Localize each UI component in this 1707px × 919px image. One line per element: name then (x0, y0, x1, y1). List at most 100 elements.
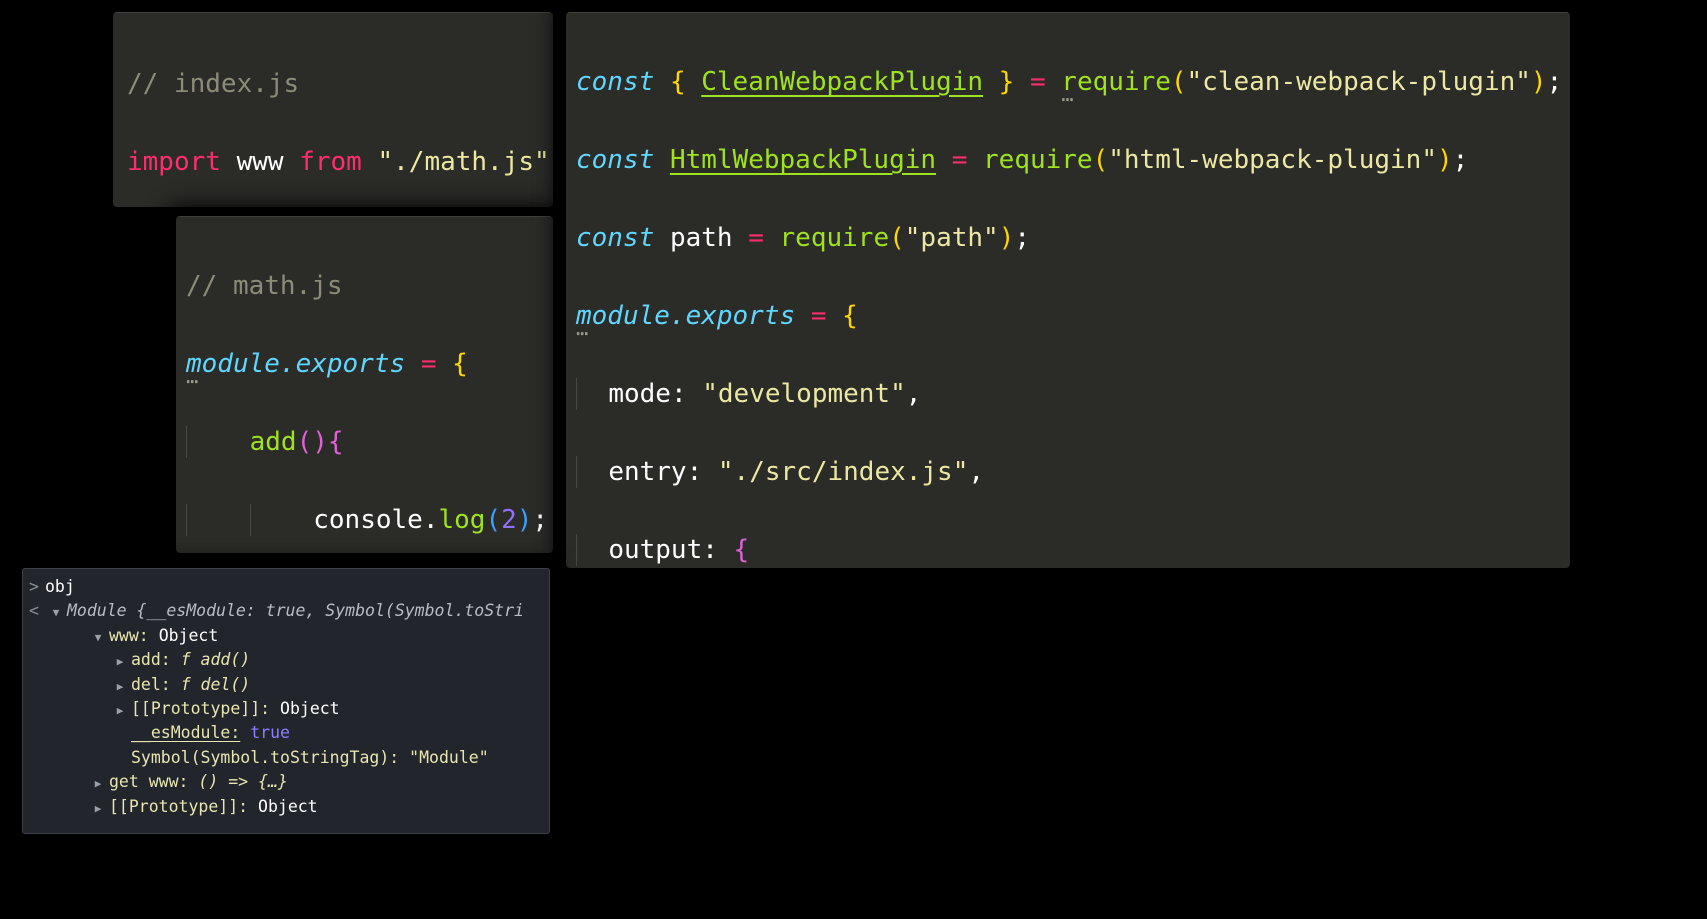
index-js-code[interactable]: // index.js import www from "./math.js";… (113, 12, 553, 207)
property-key: www: (109, 625, 149, 645)
expand-triangle-down-icon[interactable]: ▼ (45, 601, 67, 625)
colon: : (686, 457, 718, 487)
console-row-get-www[interactable]: ▶ get www: () => {…} (23, 770, 549, 794)
devtools-console-panel[interactable]: > obj < ▼ Module {__esModule: true, Symbol(… (22, 568, 550, 834)
comment-token: // index.js (127, 69, 300, 99)
semicolon: ; (550, 147, 553, 177)
identifier-console: console (313, 505, 423, 535)
expand-triangle-right-icon[interactable]: ▶ (87, 797, 109, 821)
property-value: f del() (180, 674, 251, 694)
property-key: get www: (109, 772, 189, 792)
paren-open: ( (485, 505, 502, 535)
math-js-code[interactable]: // math.js module.exports = { add(){ con… (176, 216, 553, 553)
console-result-row[interactable]: < ▼ Module {__esModule: true, Symbol(Symbo… (23, 599, 549, 623)
sp (248, 797, 258, 816)
console-row-add[interactable]: ▶ add: f add() (23, 648, 549, 672)
assign-3: = (748, 223, 764, 253)
property-value: () => {…} (198, 772, 288, 792)
brace-open-destructure: { (669, 67, 686, 97)
s (1046, 67, 1062, 97)
console-output-body[interactable]: > obj < ▼ Module {__esModule: true, Symbol(… (23, 569, 549, 819)
colon: : (670, 379, 703, 409)
identifier-HtmlWebpackPlugin[interactable]: HtmlWebpackPlugin (670, 145, 936, 175)
semicolon: ; (532, 505, 549, 535)
identifier-module-exports: module.exports (186, 349, 405, 379)
assign-1: = (1029, 67, 1046, 97)
string-clean-plugin: "clean-webpack-plugin" (1186, 67, 1531, 97)
s (983, 67, 999, 97)
sp (399, 748, 409, 767)
method-add: add (249, 427, 297, 457)
console-row-tostringtag[interactable]: Symbol(Symbol.toStringTag): "Module" (23, 746, 549, 770)
console-input-row[interactable]: > obj (23, 575, 549, 599)
s (936, 145, 952, 175)
sp (149, 626, 159, 645)
call-require-1: require (1061, 67, 1171, 97)
property-entry: entry (608, 457, 687, 487)
property-key: [[Prototype]]: (131, 698, 271, 718)
property-value: Object (158, 625, 219, 645)
console-input-expression[interactable]: obj (45, 577, 75, 596)
call-require-2: require (983, 145, 1093, 175)
paren-open-2: ( (1092, 145, 1109, 175)
semi-1: ; (1546, 67, 1563, 97)
webpack-config-editor-panel[interactable]: const { CleanWebpackPlugin } = require("… (566, 12, 1570, 568)
paren-close-3: ) (998, 223, 1015, 253)
brace-add: { (327, 427, 344, 457)
property-value: "Module" (409, 747, 489, 767)
open-brace: { (452, 349, 468, 379)
s (1014, 67, 1030, 97)
property-key: __esModule: (131, 723, 241, 743)
console-row-prototype-outer[interactable]: ▶ [[Prototype]]: Object (23, 795, 549, 819)
math-js-editor-panel[interactable]: // math.js module.exports = { add(){ con… (176, 216, 553, 553)
assign-operator: = (420, 349, 437, 379)
s (577, 535, 608, 565)
sp4 (187, 505, 250, 535)
webpack-config-code[interactable]: const { CleanWebpackPlugin } = require("… (566, 12, 1570, 568)
sp (240, 723, 250, 742)
expand-triangle-right-icon[interactable]: ▶ (109, 675, 131, 699)
expand-triangle-down-icon[interactable]: ▼ (87, 626, 109, 650)
s (577, 457, 608, 487)
comma: , (905, 379, 922, 409)
identifier-module-exports: module.exports (576, 301, 795, 331)
dot: . (422, 505, 439, 535)
sp5 (251, 505, 314, 535)
keyword-import: import (127, 147, 221, 177)
keyword-const-1: const (576, 67, 655, 97)
number-2: 2 (501, 505, 517, 535)
console-row-del[interactable]: ▶ del: f del() (23, 673, 549, 697)
assign-4: = (810, 301, 827, 331)
sp (188, 772, 198, 791)
sp2 (436, 349, 452, 379)
s (826, 301, 842, 331)
expand-triangle-right-icon[interactable]: ▶ (109, 699, 131, 723)
s (654, 145, 670, 175)
property-value: Object (258, 796, 318, 816)
space3 (362, 147, 378, 177)
sp (171, 650, 181, 669)
property-value: f add() (180, 650, 251, 670)
property-value: true (250, 723, 290, 743)
expand-triangle-right-icon[interactable]: ▶ (109, 650, 131, 674)
property-value: Object (280, 698, 340, 718)
identifier-CleanWebpackPlugin[interactable]: CleanWebpackPlugin (701, 67, 983, 97)
value-entry: "./src/index.js" (717, 457, 969, 487)
paren-open-3: ( (889, 223, 905, 253)
keyword-const-3: const (576, 223, 655, 253)
sp (270, 699, 280, 718)
space2 (284, 147, 300, 177)
assign-2: = (951, 145, 968, 175)
comment-token: // math.js (186, 271, 343, 301)
sp (405, 349, 421, 379)
identifier-www: www (236, 147, 284, 177)
index-js-editor-panel[interactable]: // index.js import www from "./math.js";… (113, 12, 553, 207)
sp (171, 675, 181, 694)
console-row-esmodule[interactable]: __esModule: true (23, 721, 549, 745)
property-key: Symbol(Symbol.toStringTag): (131, 747, 400, 767)
s (686, 67, 702, 97)
console-row-www[interactable]: ▼ www: Object (23, 624, 549, 648)
expand-triangle-right-icon[interactable]: ▶ (87, 772, 109, 796)
paren-add: () (296, 427, 328, 457)
console-row-prototype-inner[interactable]: ▶ [[Prototype]]: Object (23, 697, 549, 721)
